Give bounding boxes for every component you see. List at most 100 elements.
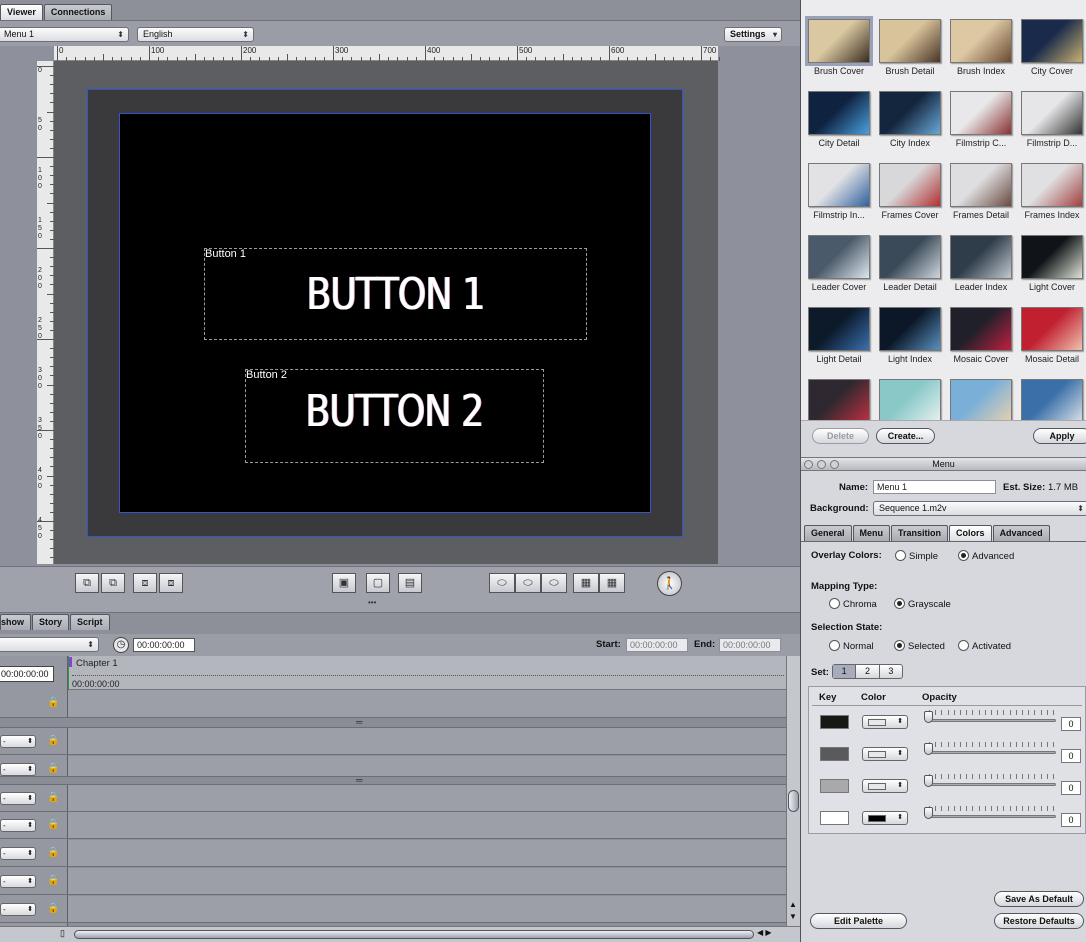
lock-icon[interactable]: 🔒 [47,819,59,830]
set-segmented-control[interactable]: 1 2 3 [832,664,903,679]
name-field[interactable]: Menu 1 [873,480,996,494]
opacity-slider[interactable] [924,774,1056,788]
template-thumbnail[interactable] [808,91,870,135]
template-thumbnail[interactable] [950,307,1012,351]
state-activated-radio[interactable]: Activated [958,640,1011,652]
minimize-window-icon[interactable] [817,460,826,469]
opacity-value[interactable]: 0 [1061,781,1081,795]
timeline-track[interactable] [68,840,786,867]
overlay-simple-radio[interactable]: Simple [895,550,938,562]
timeline-track[interactable] [68,812,786,839]
send-backward-icon[interactable]: ⧈ [133,573,157,593]
opacity-value[interactable]: 0 [1061,749,1081,763]
timeline-track[interactable] [68,868,786,895]
timeline-hscroll[interactable]: ▯ ◀ ▶ [0,926,800,942]
color-select[interactable]: ⬍ [862,715,908,729]
timeline-track[interactable] [68,896,786,923]
timeline-track[interactable] [68,785,786,812]
state-selected-radio[interactable]: Selected [894,640,945,652]
opacity-slider[interactable] [924,806,1056,820]
opacity-value[interactable]: 0 [1061,717,1081,731]
track-select[interactable]: - ⬍ [0,819,36,832]
template-thumbnail[interactable] [808,307,870,351]
template-thumbnail[interactable] [950,379,1012,423]
mapping-grayscale-radio[interactable]: Grayscale [894,598,951,610]
template-thumbnail[interactable] [950,19,1012,63]
set-3[interactable]: 3 [880,665,902,678]
close-window-icon[interactable] [804,460,813,469]
playhead[interactable] [68,656,72,691]
bring-forward-icon[interactable]: ⧉ [75,573,99,593]
template-thumbnail[interactable] [950,163,1012,207]
track-select[interactable]: - ⬍ [0,792,36,805]
timeline-track[interactable] [68,756,786,777]
color-select[interactable]: ⬍ [862,811,908,825]
divider-2[interactable]: ═ [0,775,786,785]
template-thumbnail[interactable] [879,19,941,63]
lock-icon[interactable]: 🔒 [47,763,59,774]
lock-icon[interactable]: 🔒 [47,735,59,746]
template-thumbnail[interactable] [1021,235,1083,279]
state-normal-radio[interactable]: Normal [829,640,874,652]
apply-button[interactable]: Apply [1033,428,1086,444]
tab-slideshow[interactable]: show [0,614,32,630]
slider-knob[interactable] [924,775,933,787]
show-grid-icon[interactable]: ▦ [599,573,625,593]
template-thumbnail[interactable] [950,235,1012,279]
send-to-back-icon[interactable]: ⧈ [159,573,183,593]
template-thumbnail[interactable] [1021,91,1083,135]
lock-icon[interactable]: 🔒 [47,847,59,858]
template-thumbnail[interactable] [950,91,1012,135]
zoom-window-icon[interactable] [830,460,839,469]
menu-track[interactable] [68,690,786,718]
button-2-hotspot[interactable]: Button 2 BUTTON 2 [245,369,544,463]
template-thumbnail[interactable] [879,235,941,279]
tab-story[interactable]: Story [32,614,70,630]
track-select[interactable]: - ⬍ [0,847,36,860]
timeline-track-select[interactable]: ⬍ [0,637,99,652]
template-thumbnail[interactable] [879,91,941,135]
track-select[interactable]: - ⬍ [0,763,36,776]
overlay-advanced-radio[interactable]: Advanced [958,550,1014,562]
lock-icon[interactable]: 🔒 [47,697,59,708]
timeline-track[interactable] [68,728,786,755]
background-select[interactable]: Sequence 1.m2v ⬍ [873,501,1086,516]
normal-state-icon[interactable]: ⬭ [489,573,515,593]
template-thumbnail[interactable] [879,163,941,207]
show-action-safe-icon[interactable]: ▢ [366,573,390,593]
activated-state-icon[interactable]: ⬭ [541,573,567,593]
resize-handle-icon[interactable]: ••• [368,598,376,607]
template-thumbnail[interactable] [1021,163,1083,207]
selected-state-icon[interactable]: ⬭ [515,573,541,593]
tab-menu[interactable]: Menu [852,525,891,541]
show-subpicture-icon[interactable]: ▦ [573,573,599,593]
template-thumbnail[interactable] [879,307,941,351]
template-thumbnail[interactable] [805,16,873,66]
slider-knob[interactable] [924,743,933,755]
show-layer-icon[interactable]: ▤ [398,573,422,593]
start-field[interactable]: 00:00:00:00 [626,638,688,652]
create-button[interactable]: Create... [876,428,935,444]
mapping-chroma-radio[interactable]: Chroma [829,598,877,610]
opacity-value[interactable]: 0 [1061,813,1081,827]
track-select[interactable]: - ⬍ [0,735,36,748]
delete-button[interactable]: Delete [812,428,869,444]
button-1-hotspot[interactable]: Button 1 BUTTON 1 [204,248,587,340]
timeline-scrollbar[interactable]: ▲ ▼ [786,656,800,926]
settings-button[interactable]: Settings ▾ [724,27,782,42]
template-thumbnail[interactable] [1021,19,1083,63]
menu-select[interactable]: Menu 1 ⬍ [0,27,129,42]
tab-advanced[interactable]: Advanced [992,525,1050,541]
end-field[interactable]: 00:00:00:00 [719,638,781,652]
tab-transition[interactable]: Transition [891,525,949,541]
track-select[interactable]: - ⬍ [0,875,36,888]
slider-knob[interactable] [924,711,933,723]
color-select[interactable]: ⬍ [862,747,908,761]
restore-defaults-button[interactable]: Restore Defaults [994,913,1084,929]
tab-connections[interactable]: Connections [43,4,113,20]
template-thumbnail[interactable] [808,163,870,207]
tab-viewer[interactable]: Viewer [0,4,43,20]
lock-icon[interactable]: 🔒 [47,903,59,914]
template-thumbnail[interactable] [1021,379,1083,423]
tab-colors[interactable]: Colors [949,525,992,541]
